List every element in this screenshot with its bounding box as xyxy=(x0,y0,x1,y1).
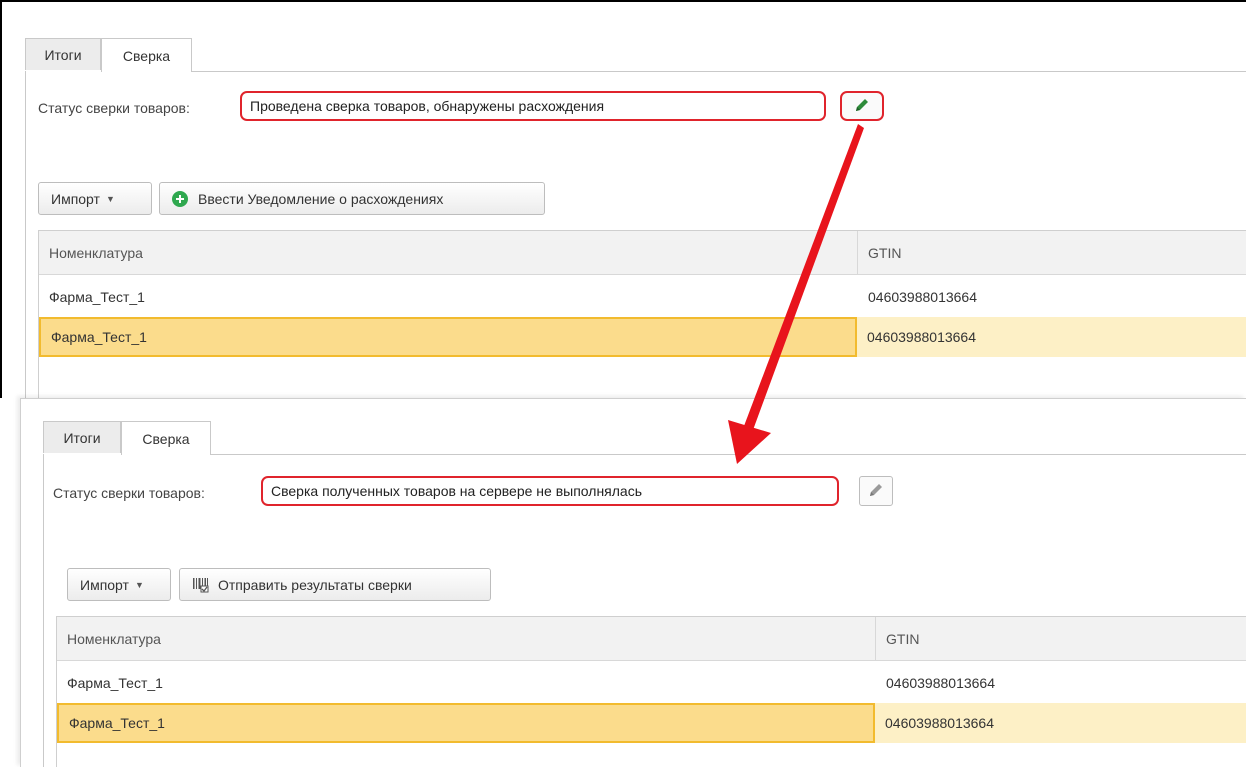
table-header: Номенклатура GTIN xyxy=(39,231,1246,275)
tab-reconciliation[interactable]: Сверка xyxy=(121,421,211,455)
status-field[interactable]: Сверка полученных товаров на сервере не … xyxy=(261,476,839,506)
cell-text: 04603988013664 xyxy=(885,715,995,731)
barcode-icon xyxy=(192,577,210,593)
column-header-gtin[interactable]: GTIN xyxy=(876,617,1246,660)
table-row[interactable]: Фарма_Тест_1 04603988013664 xyxy=(57,663,1246,703)
column-header-label: GTIN xyxy=(868,244,902,261)
column-header-label: Номенклатура xyxy=(67,630,161,647)
cell-text: Фарма_Тест_1 xyxy=(51,329,147,345)
tab-reconciliation[interactable]: Сверка xyxy=(101,38,192,72)
import-label: Импорт xyxy=(80,576,129,593)
cell-text: 04603988013664 xyxy=(868,289,978,305)
chevron-down-icon: ▼ xyxy=(134,579,144,590)
edit-status-button[interactable] xyxy=(840,91,884,121)
cell-text: Фарма_Тест_1 xyxy=(49,289,145,305)
enter-discrepancy-notice-label: Ввести Уведомление о расхождениях xyxy=(198,190,444,207)
cell-nomenclature: Фарма_Тест_1 xyxy=(57,703,875,743)
status-label: Статус сверки товаров: xyxy=(38,100,190,116)
pencil-icon xyxy=(868,482,884,501)
cell-gtin: 04603988013664 xyxy=(857,317,1246,357)
form-panel-after: Итоги Сверка Статус сверки товаров: Свер… xyxy=(20,398,1246,767)
table-row-selected[interactable]: Фарма_Тест_1 04603988013664 xyxy=(57,703,1246,743)
import-dropdown-button[interactable]: Импорт ▼ xyxy=(67,568,171,601)
tab-content-border xyxy=(43,454,44,767)
status-label: Статус сверки товаров: xyxy=(53,485,205,501)
send-reconciliation-results-label: Отправить результаты сверки xyxy=(218,576,412,593)
send-reconciliation-results-button[interactable]: Отправить результаты сверки xyxy=(179,568,491,601)
column-header-label: Номенклатура xyxy=(49,244,143,261)
tab-totals[interactable]: Итоги xyxy=(43,421,121,453)
tab-reconciliation-label: Сверка xyxy=(122,47,171,64)
import-dropdown-button[interactable]: Импорт ▼ xyxy=(38,182,152,215)
cell-gtin: 04603988013664 xyxy=(876,663,1246,703)
column-header-nomenclature[interactable]: Номенклатура xyxy=(57,617,875,660)
cell-gtin: 04603988013664 xyxy=(875,703,1246,743)
cell-text: 04603988013664 xyxy=(886,675,996,691)
form-panel-before: Итоги Сверка Статус сверки товаров: Пров… xyxy=(0,0,1246,398)
tab-reconciliation-label: Сверка xyxy=(142,430,190,447)
tab-totals[interactable]: Итоги xyxy=(25,38,101,70)
tab-totals-label: Итоги xyxy=(44,46,82,63)
cell-nomenclature: Фарма_Тест_1 xyxy=(39,277,857,317)
column-header-nomenclature[interactable]: Номенклатура xyxy=(39,231,857,274)
table-header: Номенклатура GTIN xyxy=(57,617,1246,661)
cell-nomenclature: Фарма_Тест_1 xyxy=(57,663,875,703)
import-label: Импорт xyxy=(51,190,100,207)
column-header-gtin[interactable]: GTIN xyxy=(858,231,1246,274)
edit-status-button[interactable] xyxy=(859,476,893,506)
chevron-down-icon: ▼ xyxy=(105,193,115,204)
items-table: Номенклатура GTIN Фарма_Тест_1 046039880… xyxy=(38,230,1246,398)
status-value: Проведена сверка товаров, обнаружены рас… xyxy=(250,98,605,114)
pencil-icon xyxy=(854,97,870,116)
plus-circle-icon xyxy=(172,190,188,207)
enter-discrepancy-notice-button[interactable]: Ввести Уведомление о расхождениях xyxy=(159,182,545,215)
tab-content-border xyxy=(25,71,26,398)
items-table: Номенклатура GTIN Фарма_Тест_1 046039880… xyxy=(56,616,1246,767)
cell-text: Фарма_Тест_1 xyxy=(67,675,163,691)
tab-divider xyxy=(211,454,1246,455)
status-field[interactable]: Проведена сверка товаров, обнаружены рас… xyxy=(240,91,826,121)
cell-gtin: 04603988013664 xyxy=(858,277,1246,317)
status-value: Сверка полученных товаров на сервере не … xyxy=(271,483,643,499)
cell-text: 04603988013664 xyxy=(867,329,977,345)
tab-totals-label: Итоги xyxy=(63,429,101,446)
table-row[interactable]: Фарма_Тест_1 04603988013664 xyxy=(39,277,1246,317)
column-header-label: GTIN xyxy=(886,630,920,647)
table-row-selected[interactable]: Фарма_Тест_1 04603988013664 xyxy=(39,317,1246,357)
tab-divider xyxy=(192,71,1246,72)
cell-nomenclature: Фарма_Тест_1 xyxy=(39,317,857,357)
cell-text: Фарма_Тест_1 xyxy=(69,715,165,731)
